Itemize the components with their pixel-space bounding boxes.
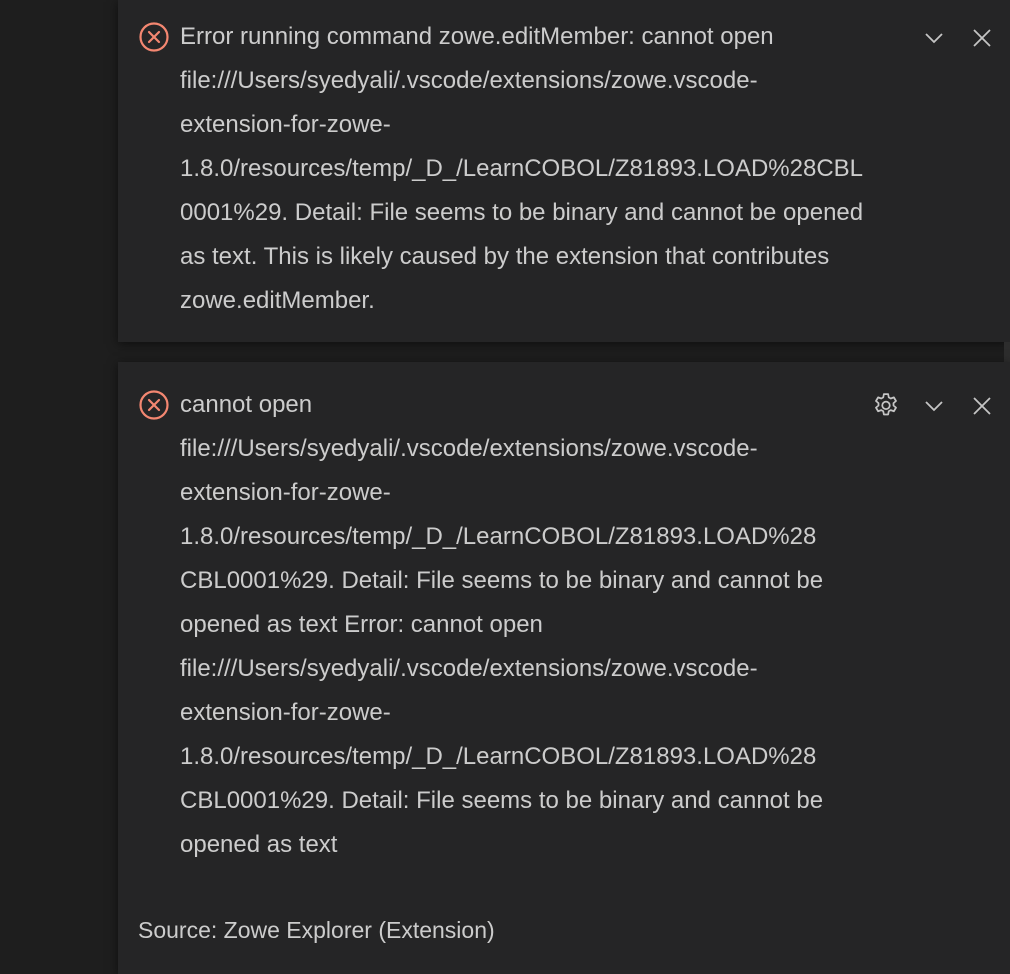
- notification-area: Error running command zowe.editMember: c…: [0, 0, 1010, 974]
- notification-message: cannot open file:///Users/syedyali/.vsco…: [180, 391, 824, 858]
- notification-actions: [870, 390, 998, 422]
- toast-gap-edge: [1004, 342, 1010, 362]
- close-icon[interactable]: [966, 390, 998, 422]
- notification-actions: [918, 22, 998, 54]
- notification-source: Source: Zowe Explorer (Extension): [138, 917, 495, 943]
- chevron-down-icon[interactable]: [918, 22, 950, 54]
- error-notification-2: cannot open file:///Users/syedyali/.vsco…: [118, 362, 1010, 974]
- close-icon[interactable]: [966, 22, 998, 54]
- error-notification-1: Error running command zowe.editMember: c…: [118, 0, 1010, 342]
- gear-icon[interactable]: [870, 390, 902, 422]
- error-circle-icon: [138, 21, 170, 53]
- chevron-down-icon[interactable]: [918, 390, 950, 422]
- notification-message: Error running command zowe.editMember: c…: [180, 23, 864, 314]
- error-circle-icon: [138, 389, 170, 421]
